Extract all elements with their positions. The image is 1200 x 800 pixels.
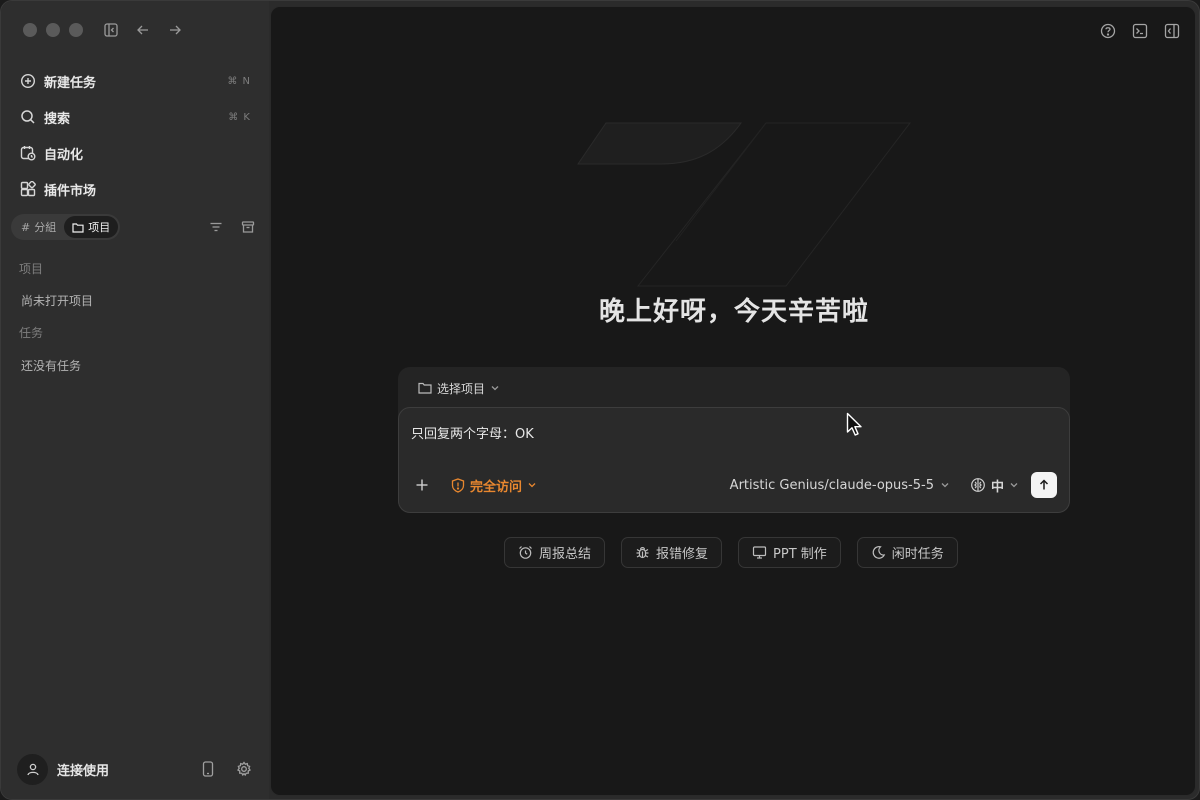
- add-attachment-button[interactable]: [411, 474, 433, 496]
- chip-label: 闲时任务: [891, 547, 944, 562]
- shortcut-label: ⌘ K: [228, 111, 251, 123]
- nav-item-search[interactable]: 搜索 ⌘ K: [11, 99, 259, 135]
- minimize-window-button[interactable]: [46, 23, 60, 37]
- moon-icon: [871, 545, 886, 560]
- chevron-down-icon: [490, 383, 500, 393]
- mouse-cursor-icon: [846, 412, 862, 436]
- phone-icon[interactable]: [199, 760, 217, 778]
- view-switcher: # 分組 项目: [11, 214, 121, 240]
- brand-logo-icon: [577, 122, 912, 287]
- brain-icon: [970, 477, 986, 493]
- chevron-down-icon: [527, 480, 537, 490]
- archive-icon[interactable]: [239, 218, 257, 236]
- composer-toolbar: 完全访问 Artistic Genius/claude-opus-5-5 中: [411, 472, 1057, 498]
- right-panel-icon[interactable]: [1163, 22, 1181, 40]
- alarm-clock-icon: [518, 545, 533, 560]
- tab-label: 项目: [88, 221, 111, 234]
- send-button[interactable]: [1031, 472, 1057, 498]
- shortcut-label: ⌘ N: [227, 75, 251, 87]
- terminal-icon[interactable]: [1131, 22, 1149, 40]
- close-window-button[interactable]: [23, 23, 37, 37]
- window-controls: [23, 23, 83, 37]
- tasks-section-label: 任务: [19, 326, 44, 340]
- project-select[interactable]: 选择项目: [418, 379, 500, 397]
- user-label[interactable]: 连接使用: [57, 760, 181, 779]
- greeting-heading: 晚上好呀，今天辛苦啦: [598, 297, 869, 327]
- avatar[interactable]: [17, 753, 48, 785]
- shield-icon: [451, 477, 465, 493]
- list-actions: [207, 218, 261, 236]
- zoom-window-button[interactable]: [69, 23, 83, 37]
- hash-icon: #: [21, 220, 31, 234]
- nav-item-new-task[interactable]: 新建任务 ⌘ N: [11, 63, 259, 99]
- plugins-icon: [19, 180, 37, 198]
- chevron-down-icon: [1009, 480, 1019, 490]
- chip-idle-task[interactable]: 闲时任务: [856, 537, 958, 568]
- tab-projects[interactable]: 项目: [64, 216, 119, 238]
- app-window: 新建任务 ⌘ N 搜索 ⌘ K 自动化 插件市场 # 分組 项目 项目 尚未打开…: [0, 0, 1200, 800]
- access-mode-select[interactable]: 完全访问: [451, 476, 537, 495]
- nav-item-plugin-market[interactable]: 插件市场: [11, 171, 259, 207]
- sidebar: 新建任务 ⌘ N 搜索 ⌘ K 自动化 插件市场 # 分組 项目 项目 尚未打开…: [1, 1, 269, 799]
- nav-item-label: 插件市场: [44, 183, 97, 199]
- access-mode-label: 完全访问: [470, 479, 523, 495]
- tasks-empty-text: 还没有任务: [21, 359, 82, 373]
- composer: 选择项目 只回复两个字母：OK 完全访问 Artistic Genius/cla…: [398, 367, 1070, 513]
- project-select-label: 选择项目: [437, 381, 486, 396]
- nav-item-label: 自动化: [44, 147, 84, 163]
- model-select[interactable]: Artistic Genius/claude-opus-5-5: [730, 478, 950, 493]
- prompt-text[interactable]: 只回复两个字母：OK: [411, 423, 534, 442]
- folder-icon: [72, 222, 84, 233]
- chevron-down-icon: [940, 480, 950, 490]
- main-panel: 晚上好呀，今天辛苦啦 选择项目 只回复两个字母：OK 完全访问 Artistic…: [270, 6, 1196, 796]
- calendar-clock-icon: [19, 144, 37, 162]
- projects-section-label: 项目: [19, 262, 44, 276]
- prompt-input[interactable]: 只回复两个字母：OK 完全访问 Artistic Genius/claude-o…: [398, 407, 1070, 513]
- view-switcher-row: # 分組 项目: [11, 214, 261, 240]
- new-task-icon: [19, 72, 37, 90]
- model-label: Artistic Genius/claude-opus-5-5: [729, 477, 934, 493]
- forward-arrow-icon[interactable]: [166, 21, 184, 39]
- presentation-icon: [752, 545, 767, 560]
- suggestion-chips: 周报总结 报错修复 PPT 制作 闲时任务: [504, 537, 958, 568]
- chip-label: 报错修复: [656, 547, 709, 562]
- chip-ppt[interactable]: PPT 制作: [738, 537, 841, 568]
- gear-icon[interactable]: [235, 760, 253, 778]
- sidebar-nav: 新建任务 ⌘ N 搜索 ⌘ K 自动化 插件市场: [11, 63, 259, 207]
- tab-label: 分組: [34, 221, 57, 234]
- toggle-sidebar-icon[interactable]: [102, 21, 120, 39]
- nav-item-label: 新建任务: [44, 75, 97, 91]
- sidebar-footer: 连接使用: [17, 753, 253, 785]
- projects-empty-text: 尚未打开项目: [21, 294, 94, 308]
- search-icon: [19, 108, 37, 126]
- back-arrow-icon[interactable]: [134, 21, 152, 39]
- chip-bug-fix[interactable]: 报错修复: [621, 537, 723, 568]
- folder-icon: [418, 382, 432, 394]
- sidebar-toolbar: [102, 21, 184, 39]
- thinking-level-label: 中: [990, 479, 1004, 495]
- bug-icon: [635, 545, 650, 560]
- filter-icon[interactable]: [207, 218, 225, 236]
- thinking-level-select[interactable]: 中: [970, 476, 1019, 495]
- main-toolbar: [1099, 22, 1181, 40]
- help-icon[interactable]: [1099, 22, 1117, 40]
- tab-groups[interactable]: # 分組: [13, 216, 64, 238]
- nav-item-label: 搜索: [44, 111, 71, 127]
- chip-label: 周报总结: [539, 547, 592, 562]
- chip-label: PPT 制作: [773, 547, 827, 562]
- chip-weekly-report[interactable]: 周报总结: [504, 537, 606, 568]
- nav-item-automation[interactable]: 自动化: [11, 135, 259, 171]
